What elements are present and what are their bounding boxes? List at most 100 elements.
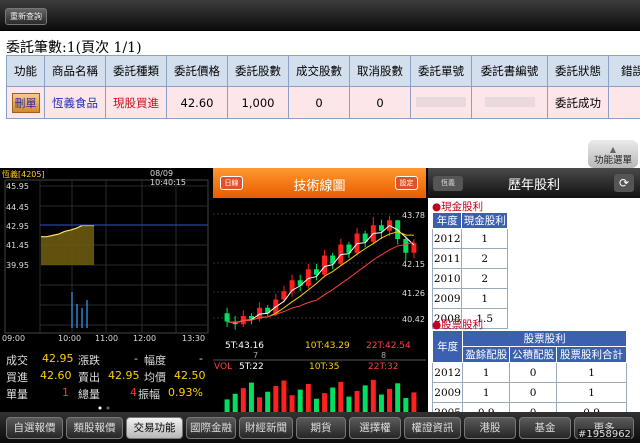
ask-price: 42.95 xyxy=(108,369,140,382)
volume-bar xyxy=(313,398,319,412)
volume-bar xyxy=(411,392,417,412)
function-menu-label: 功能選單 xyxy=(593,155,632,166)
nav-funds[interactable]: 基金 xyxy=(519,417,571,439)
k-y-label-0: 43.78 xyxy=(402,211,425,220)
col-book-no: 委託書編號 xyxy=(471,55,548,87)
k-y-label-2: 41.26 xyxy=(402,289,425,298)
k-x-label-0: 7 xyxy=(253,351,258,360)
change-pct: - xyxy=(199,352,203,365)
table-row: 2011 2 xyxy=(431,248,508,269)
order-type: 現股買進 xyxy=(105,86,167,119)
k-y-label-3: 40.42 xyxy=(402,315,425,324)
col-order-no: 委託單號 xyxy=(410,55,472,87)
amplitude: 0.93% xyxy=(168,386,203,399)
volume-bar xyxy=(378,394,384,412)
candle-body xyxy=(378,225,384,231)
ma10-line xyxy=(226,231,414,324)
deal-price: 42.95 xyxy=(42,352,74,365)
page-dot-active xyxy=(98,406,102,410)
order-status: 委託成功 xyxy=(547,86,609,119)
vol-ma10-label: 10T:35 xyxy=(309,362,339,372)
col-error: 錯誤 xyxy=(608,55,640,87)
col-name: 商品名稱 xyxy=(44,55,106,87)
table-row: 刪單 恆義食品 現股買進 42.60 1,000 0 0 委託成功 xyxy=(6,86,640,119)
page-dot xyxy=(106,406,110,410)
col-filled: 成交股數 xyxy=(288,55,350,87)
product-name: 恆義食品 xyxy=(44,86,106,119)
table-row: 2010 2 xyxy=(431,268,508,289)
kline-settings-button[interactable]: 設定 xyxy=(395,176,418,190)
total-volume: 4 xyxy=(130,386,137,399)
candle-body xyxy=(403,239,409,253)
k-y-label-1: 42.15 xyxy=(402,260,425,269)
nav-sector-quotes[interactable]: 類股報價 xyxy=(66,417,123,439)
y-label-4: 39.95 xyxy=(6,261,29,270)
volume-bar xyxy=(248,382,254,412)
nav-hk-stocks[interactable]: 港股 xyxy=(464,417,516,439)
y-label-3: 41.45 xyxy=(6,241,29,250)
table-row: 2009 1 xyxy=(431,288,508,309)
filled-qty: 0 xyxy=(288,86,350,119)
y-label-2: 42.95 xyxy=(6,222,29,231)
col-type: 委託種類 xyxy=(105,55,167,87)
nav-intl-finance[interactable]: 國際金融 xyxy=(186,417,236,439)
function-menu-button[interactable]: ▲ 功能選單 xyxy=(588,140,638,168)
col-status: 委託狀態 xyxy=(547,55,609,87)
avg-price: 42.50 xyxy=(174,369,206,382)
col-cancelled: 取消股數 xyxy=(349,55,411,87)
intraday-panel[interactable]: 45.95 44.45 42.95 41.45 39.95 09:00 10:0… xyxy=(0,168,211,412)
refresh-icon[interactable]: ⟳ xyxy=(614,174,634,192)
chevron-up-icon: ▲ xyxy=(609,145,617,154)
y-label-1: 44.45 xyxy=(6,203,29,212)
tick-volume: 1 xyxy=(62,386,69,399)
col-price: 委託價格 xyxy=(166,55,228,87)
y-label-0: 45.95 xyxy=(6,182,29,191)
volume-bar xyxy=(305,384,311,412)
volume-bar xyxy=(395,383,401,412)
requery-button[interactable]: 重新查詢 xyxy=(5,8,47,25)
volume-bar xyxy=(240,388,246,412)
kline-panel[interactable]: 日線 技術線圖 設定 43.78 42.15 41.26 40.42 5T:43… xyxy=(213,168,426,412)
nav-watchlist[interactable]: 自選報價 xyxy=(6,417,63,439)
cancelled-qty: 0 xyxy=(349,86,411,119)
volume-bar xyxy=(273,386,279,412)
volume-bar xyxy=(281,380,287,412)
volume-bar xyxy=(289,395,295,412)
change-value: - xyxy=(134,352,138,365)
col-qty: 委託股數 xyxy=(227,55,289,87)
stock-title: 恆義[4205] xyxy=(2,170,45,179)
stock-dividend-table: 年度股票股利 盈餘配股公積配股股票股利合計 2012101 2009101 20… xyxy=(431,330,627,423)
volume-bar xyxy=(346,396,352,412)
candle-body xyxy=(297,280,303,286)
volume-bar xyxy=(354,391,360,412)
top-toolbar: 重新查詢 xyxy=(0,0,640,31)
volume-bar xyxy=(370,379,376,412)
vol-ma22-label: 22T:32 xyxy=(368,362,398,372)
candle-body xyxy=(322,255,328,275)
volume-bar xyxy=(232,393,238,412)
k-x-label-1: 8 xyxy=(381,351,386,360)
volume-bar xyxy=(265,391,271,412)
vol-label: VOL xyxy=(214,362,232,372)
error-cell xyxy=(608,86,640,119)
order-price: 42.60 xyxy=(166,86,228,119)
dividend-panel[interactable]: 恆義 歷年股利 ⟳ ●現金股利 年度 現金股利 2012 1 2011 2 2010 2… xyxy=(428,168,640,423)
nav-finance-news[interactable]: 財經新聞 xyxy=(239,417,293,439)
volume-bar xyxy=(387,388,393,412)
nav-warrants[interactable]: 權證資訊 xyxy=(404,417,461,439)
ma22-label: 22T:42.54 xyxy=(366,341,411,351)
vol-ma5-label: 5T:22 xyxy=(239,362,264,372)
dividend-header: 恆義 歷年股利 ⟳ xyxy=(428,168,640,198)
order-number-redacted xyxy=(410,86,472,119)
delete-order-button[interactable]: 刪單 xyxy=(11,92,40,113)
nav-options[interactable]: 選擇權 xyxy=(349,417,401,439)
nav-futures[interactable]: 期貨 xyxy=(296,417,346,439)
volume-bar xyxy=(322,393,328,412)
volume-bar xyxy=(338,381,344,412)
nav-trading[interactable]: 交易功能 xyxy=(126,417,183,439)
watermark: #1958962 xyxy=(578,429,631,440)
x-label-1: 10:00 xyxy=(58,334,81,343)
ma5-label: 5T:43.16 xyxy=(225,341,264,351)
table-row: 2009 1 0 1 xyxy=(431,382,627,403)
price-area xyxy=(41,225,95,265)
